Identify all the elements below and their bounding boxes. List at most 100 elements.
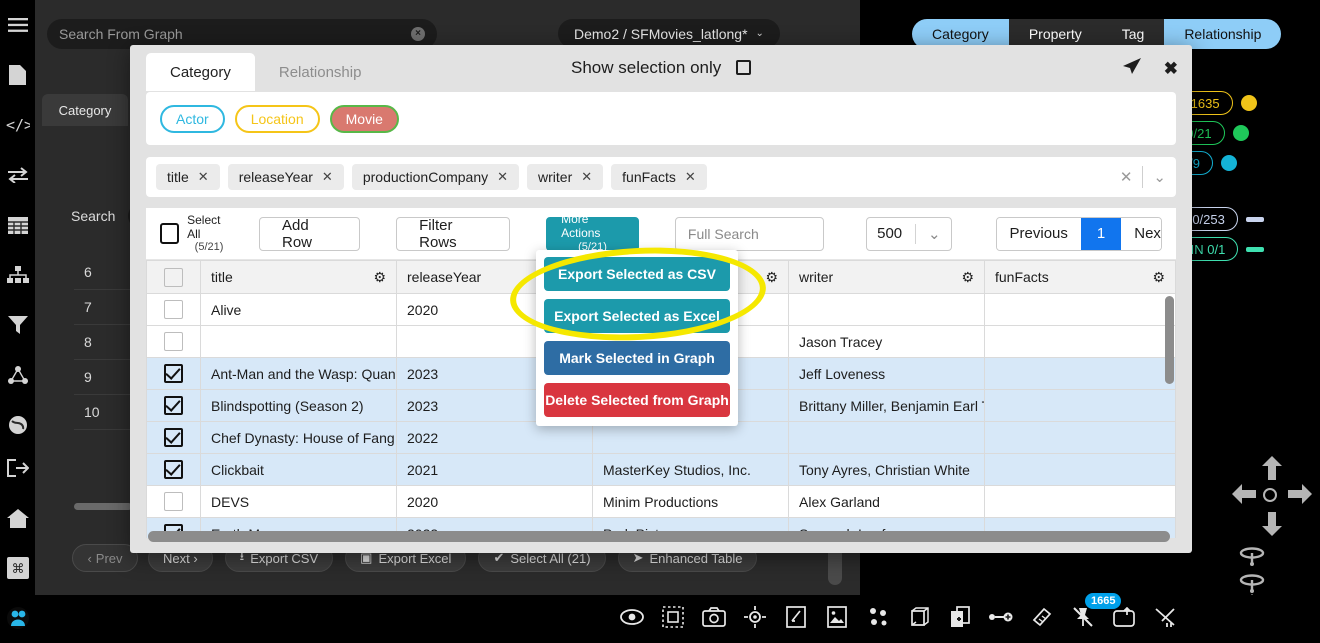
dark-panel-tab-category[interactable]: Category — [42, 94, 128, 126]
camera-icon[interactable] — [702, 605, 726, 629]
filter-rows-button[interactable]: Filter Rows — [396, 217, 510, 251]
table-header-writer[interactable]: writer ⚙ — [789, 261, 985, 294]
field-chip-productioncompany[interactable]: productionCompany ✕ — [352, 164, 519, 190]
network-icon[interactable] — [0, 350, 35, 400]
row-checkbox[interactable] — [164, 332, 183, 351]
scatter-icon[interactable] — [1153, 605, 1177, 629]
row-checkbox[interactable] — [164, 300, 183, 319]
user-avatar-icon[interactable] — [0, 593, 35, 643]
duplicate-add-icon[interactable] — [948, 605, 972, 629]
more-actions-button[interactable]: More Actions (5/21) — [546, 217, 639, 251]
table-vertical-scrollbar[interactable] — [1165, 296, 1174, 384]
full-search-input[interactable]: Full Search — [675, 217, 824, 251]
table-header-title[interactable]: title ⚙ — [201, 261, 397, 294]
export-selected-excel-button[interactable]: Export Selected as Excel — [544, 299, 730, 333]
show-selection-only-toggle[interactable]: Show selection only — [130, 58, 1192, 78]
transfer-icon[interactable] — [0, 150, 35, 200]
legend-color-dash — [1246, 247, 1264, 252]
gear-icon[interactable]: ⚙ — [765, 269, 778, 286]
category-pill-actor[interactable]: Actor — [160, 105, 225, 133]
add-row-button[interactable]: Add Row — [259, 217, 360, 251]
clear-all-fields-icon[interactable]: ✕ — [1120, 168, 1133, 186]
delete-selected-from-graph-button[interactable]: Delete Selected from Graph — [544, 383, 730, 417]
export-up-icon[interactable] — [1112, 605, 1136, 629]
search-clear-icon[interactable]: × — [411, 27, 425, 41]
gear-icon[interactable]: ⚙ — [1152, 269, 1165, 286]
rotate-left-icon[interactable] — [1232, 545, 1272, 572]
dark-panel-prev-button[interactable]: ‹ Prev — [72, 544, 138, 572]
close-icon[interactable]: ✖ — [1164, 59, 1178, 79]
cluster-icon[interactable] — [866, 605, 890, 629]
chip-remove-icon[interactable]: ✕ — [685, 169, 696, 185]
show-selection-only-checkbox[interactable] — [736, 60, 751, 75]
node-link-icon[interactable] — [989, 605, 1013, 629]
chip-remove-icon[interactable]: ✕ — [322, 169, 333, 185]
row-checkbox[interactable] — [164, 364, 183, 383]
document-icon[interactable] — [0, 50, 35, 100]
brush-icon[interactable] — [1030, 605, 1054, 629]
table-icon[interactable] — [0, 200, 35, 250]
nav-center-icon[interactable] — [1262, 487, 1278, 508]
row-checkbox[interactable] — [164, 396, 183, 415]
hierarchy-icon[interactable] — [0, 250, 35, 300]
field-chip-writer[interactable]: writer ✕ — [527, 164, 603, 190]
select-box-icon[interactable] — [661, 605, 685, 629]
gear-icon[interactable]: ⚙ — [961, 269, 974, 286]
page-size-select[interactable]: 500 ⌄ — [866, 217, 951, 251]
row-checkbox[interactable] — [164, 460, 183, 479]
chip-remove-icon[interactable]: ✕ — [198, 169, 209, 185]
nav-left-button[interactable] — [1232, 484, 1256, 509]
field-chip-releaseyear[interactable]: releaseYear ✕ — [228, 164, 344, 190]
nav-right-button[interactable] — [1288, 484, 1312, 509]
project-selector[interactable]: Demo2 / SFMovies_latlong* ⌄ — [558, 19, 780, 48]
nav-down-button[interactable] — [1262, 512, 1282, 541]
category-pill-location[interactable]: Location — [235, 105, 320, 133]
row-checkbox-cell[interactable] — [147, 294, 201, 326]
home-icon[interactable] — [0, 493, 35, 543]
nav-up-button[interactable] — [1262, 456, 1282, 485]
command-icon[interactable]: ⌘ — [0, 543, 35, 593]
menu-icon[interactable] — [0, 0, 35, 50]
fields-chevron-down-icon[interactable]: ⌄ — [1153, 168, 1166, 186]
previous-page-button[interactable]: Previous — [997, 218, 1081, 250]
table-row[interactable]: Clickbait 2021 MasterKey Studios, Inc. T… — [147, 454, 1176, 486]
chevron-down-icon[interactable]: ⌄ — [928, 225, 941, 243]
field-chip-funfacts[interactable]: funFacts ✕ — [611, 164, 707, 190]
next-page-button[interactable]: Next — [1121, 218, 1162, 250]
eye-icon[interactable] — [620, 605, 644, 629]
select-all-checkbox[interactable] — [160, 223, 179, 244]
row-checkbox-cell[interactable] — [147, 454, 201, 486]
row-checkbox[interactable] — [164, 492, 183, 511]
row-checkbox-cell[interactable] — [147, 390, 201, 422]
field-chip-title[interactable]: title ✕ — [156, 164, 220, 190]
target-icon[interactable] — [743, 605, 767, 629]
unpin-icon[interactable]: 1665 — [1071, 605, 1095, 629]
cube-icon[interactable] — [907, 605, 931, 629]
edit-box-icon[interactable] — [784, 605, 808, 629]
logout-icon[interactable] — [0, 443, 35, 493]
row-checkbox[interactable] — [164, 428, 183, 447]
dark-panel-hscrollbar[interactable] — [74, 503, 132, 510]
row-checkbox-cell[interactable] — [147, 326, 201, 358]
select-all-control[interactable]: Select All (5/21) — [160, 213, 231, 255]
header-row-checkbox[interactable] — [164, 268, 183, 287]
row-checkbox-cell[interactable] — [147, 486, 201, 518]
table-header-funfacts[interactable]: funFacts ⚙ — [985, 261, 1176, 294]
code-icon[interactable]: </> — [0, 100, 35, 150]
current-page-button[interactable]: 1 — [1081, 218, 1121, 250]
table-horizontal-scrollbar[interactable] — [148, 531, 1170, 542]
chip-remove-icon[interactable]: ✕ — [497, 169, 508, 185]
table-row[interactable]: DEVS 2020 Minim Productions Alex Garland — [147, 486, 1176, 518]
row-checkbox-cell[interactable] — [147, 358, 201, 390]
image-icon[interactable] — [825, 605, 849, 629]
filter-icon[interactable] — [0, 300, 35, 350]
category-pill-movie[interactable]: Movie — [330, 105, 399, 133]
table-row[interactable]: Chef Dynasty: House of Fang 2022 — [147, 422, 1176, 454]
export-selected-csv-button[interactable]: Export Selected as CSV — [544, 257, 730, 291]
chip-remove-icon[interactable]: ✕ — [581, 169, 592, 185]
row-checkbox-cell[interactable] — [147, 422, 201, 454]
send-icon[interactable] — [1122, 57, 1142, 80]
gear-icon[interactable]: ⚙ — [373, 269, 386, 286]
cell-productioncompany: Minim Productions — [593, 486, 789, 518]
mark-selected-in-graph-button[interactable]: Mark Selected in Graph — [544, 341, 730, 375]
